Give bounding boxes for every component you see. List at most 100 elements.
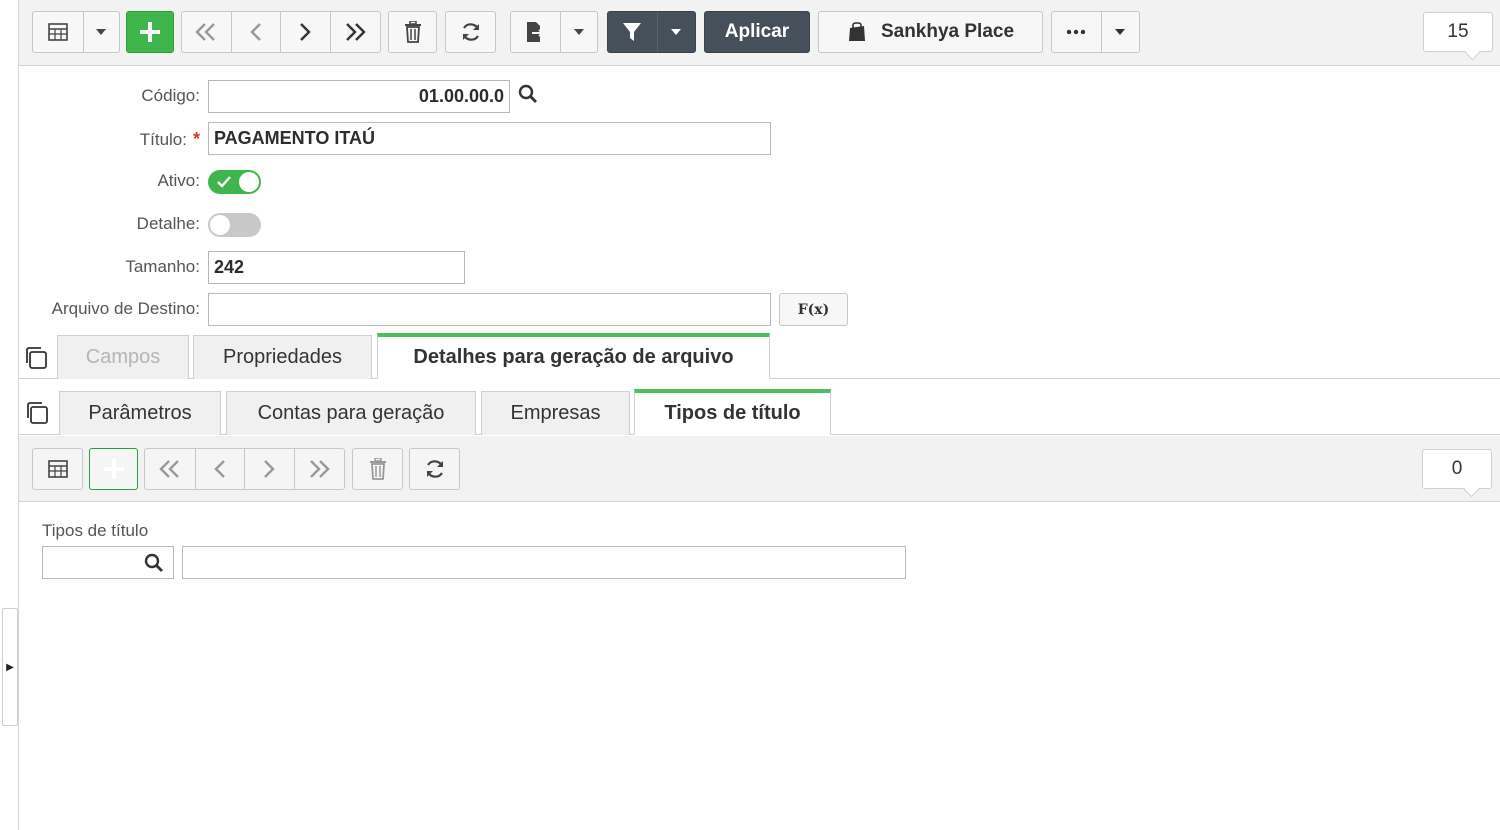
check-icon <box>217 176 231 188</box>
formula-button-label: F(x) <box>797 301 830 318</box>
apply-button-label: Aplicar <box>724 21 790 42</box>
tab-propriedades-label: Propriedades <box>223 346 342 368</box>
record-count-value: 15 <box>1447 21 1469 42</box>
add-button[interactable] <box>126 11 174 53</box>
more-dropdown[interactable] <box>1102 12 1139 52</box>
filter-group <box>607 11 696 53</box>
more-group <box>1051 11 1140 53</box>
last-record-button[interactable] <box>331 12 381 52</box>
refresh-icon <box>462 23 479 41</box>
detail-toolbar: 0 <box>19 436 1500 502</box>
grid-icon <box>48 23 68 41</box>
tab-contas-geracao[interactable]: Contas para geração <box>226 391 476 435</box>
first-record-button[interactable] <box>182 12 232 52</box>
trash-icon <box>369 458 386 480</box>
detail-record-count-value: 0 <box>1451 458 1463 479</box>
last-record-icon <box>310 460 330 478</box>
last-record-icon <box>346 23 366 41</box>
tab-tipos-titulo-label: Tipos de título <box>664 402 801 424</box>
ativo-toggle[interactable] <box>208 170 261 194</box>
copy-icon[interactable] <box>24 346 48 370</box>
tab-empresas[interactable]: Empresas <box>481 391 630 435</box>
sub-tabs: Parâmetros Contas para geração Empresas … <box>19 389 1500 435</box>
apply-button[interactable]: Aplicar <box>704 11 810 53</box>
more-icon <box>1067 29 1086 35</box>
first-record-icon <box>195 23 216 41</box>
formula-button[interactable]: F(x) <box>779 293 848 326</box>
main-toolbar: Aplicar Sankhya Place 15 <box>19 0 1500 66</box>
filter-button[interactable] <box>608 12 658 52</box>
view-mode-group <box>32 11 120 53</box>
search-icon <box>518 84 537 103</box>
required-marker: * <box>192 129 200 149</box>
copy-icon[interactable] <box>25 401 49 425</box>
detalhe-toggle[interactable] <box>208 213 261 237</box>
sankhya-place-label: Sankhya Place <box>880 21 1015 42</box>
plus-icon <box>140 22 160 42</box>
filter-icon <box>623 23 642 41</box>
export-button[interactable] <box>511 12 561 52</box>
first-record-icon <box>159 460 179 478</box>
tab-tipos-titulo[interactable]: Tipos de título <box>634 389 831 435</box>
sankhya-place-button[interactable]: Sankhya Place <box>818 11 1043 53</box>
more-button[interactable] <box>1052 12 1102 52</box>
arquivo-destino-field[interactable] <box>208 293 771 326</box>
tab-empresas-label: Empresas <box>510 402 601 424</box>
detail-next-record-button[interactable] <box>245 449 295 489</box>
delete-button[interactable] <box>388 11 437 53</box>
previous-record-button[interactable] <box>232 12 281 52</box>
next-record-icon <box>264 460 275 478</box>
detail-previous-record-button[interactable] <box>196 449 245 489</box>
chevron-down-icon <box>1115 29 1126 35</box>
grid-view-button[interactable] <box>33 12 84 52</box>
refresh-button[interactable] <box>445 11 496 53</box>
codigo-field[interactable]: 01.00.00.0 <box>208 80 510 113</box>
refresh-icon <box>426 460 443 478</box>
detail-grid-view-button[interactable] <box>32 448 83 490</box>
trash-icon <box>404 21 421 43</box>
tab-propriedades[interactable]: Propriedades <box>193 335 372 379</box>
tipos-titulo-label: Tipos de título <box>42 521 149 540</box>
arquivo-destino-label: Arquivo de Destino: <box>51 299 200 318</box>
detail-first-record-button[interactable] <box>145 449 196 489</box>
detail-last-record-button[interactable] <box>295 449 345 489</box>
tipos-titulo-code-field[interactable] <box>42 546 174 579</box>
chevron-down-icon <box>573 29 584 35</box>
titulo-label-text: Título: <box>139 130 187 149</box>
view-mode-dropdown[interactable] <box>84 12 119 52</box>
codigo-label: Código: <box>141 86 200 105</box>
tamanho-field[interactable]: 242 <box>208 251 465 284</box>
titulo-field[interactable]: PAGAMENTO ITAÚ <box>208 122 771 155</box>
tab-parametros[interactable]: Parâmetros <box>59 391 221 435</box>
detalhe-toggle-knob <box>210 215 230 235</box>
tab-parametros-label: Parâmetros <box>88 402 192 424</box>
search-icon[interactable] <box>144 553 164 573</box>
titulo-value: PAGAMENTO ITAÚ <box>214 128 375 148</box>
expand-arrow-icon: ▶ <box>6 661 14 673</box>
codigo-search-button[interactable] <box>518 84 538 109</box>
grid-icon <box>47 460 68 478</box>
tab-detalhes-label: Detalhes para geração de arquivo <box>413 346 734 368</box>
filter-dropdown[interactable] <box>658 12 695 52</box>
plus-icon <box>103 459 124 479</box>
tamanho-label: Tamanho: <box>125 257 200 276</box>
tab-campos[interactable]: Campos <box>57 335 189 379</box>
tab-detalhes-geracao-arquivo[interactable]: Detalhes para geração de arquivo <box>377 333 770 379</box>
chevron-down-icon <box>671 29 682 35</box>
previous-record-icon <box>250 23 261 41</box>
detail-refresh-button[interactable] <box>409 448 460 490</box>
detalhe-label: Detalhe: <box>136 214 200 233</box>
tab-contas-label: Contas para geração <box>257 402 445 424</box>
main-tabs: Campos Propriedades Detalhes para geraçã… <box>19 333 1500 379</box>
export-dropdown[interactable] <box>561 12 597 52</box>
detail-record-count-badge: 0 <box>1422 449 1492 489</box>
detail-delete-button[interactable] <box>352 448 403 490</box>
bag-icon <box>848 22 865 41</box>
tamanho-value: 242 <box>214 257 245 277</box>
next-record-button[interactable] <box>281 12 331 52</box>
detail-add-button[interactable] <box>89 448 138 490</box>
next-record-icon <box>300 23 311 41</box>
ativo-toggle-knob <box>239 172 259 192</box>
expand-panel-toggle[interactable]: ▶ <box>2 608 18 726</box>
record-navigation <box>181 11 381 53</box>
